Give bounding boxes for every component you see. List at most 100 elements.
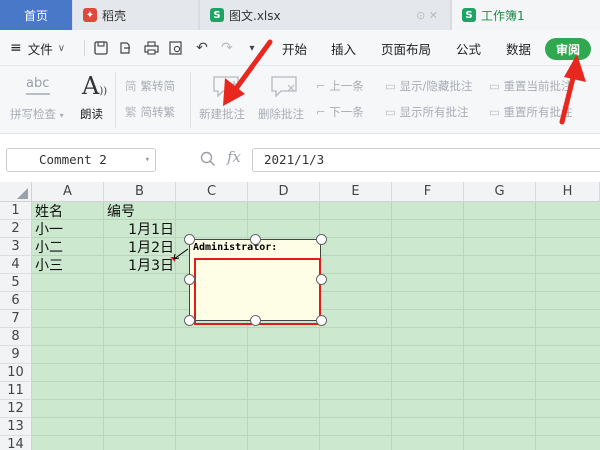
show-hide-label: 显示/隐藏批注	[399, 79, 473, 93]
cell-a4[interactable]: 小三	[35, 257, 63, 275]
row-header-3[interactable]: 3	[0, 238, 32, 256]
previous-label: 上一条	[329, 79, 364, 93]
fx-label: fx	[227, 148, 242, 166]
tab-docer[interactable]: ✦ 稻壳	[73, 0, 198, 30]
to-traditional-button[interactable]: 简繁转简	[125, 78, 175, 94]
column-header-h[interactable]: H	[536, 182, 600, 202]
file-menu-label: 文件	[27, 41, 53, 57]
cell-b2[interactable]: 1月1日	[104, 221, 174, 239]
select-all-corner[interactable]	[0, 182, 32, 202]
read-aloud-label: 朗读	[80, 107, 103, 121]
row-header-1[interactable]: 1	[0, 202, 32, 220]
tab-workbook-label: 工作簿1	[481, 8, 525, 23]
row-header-6[interactable]: 6	[0, 292, 32, 310]
spellcheck-button[interactable]: 拼写检查 ▾	[10, 106, 64, 122]
close-icon[interactable]: ⊙ ✕	[416, 9, 438, 22]
cell-a1[interactable]: 姓名	[35, 203, 63, 221]
column-header-g[interactable]: G	[464, 182, 536, 202]
resize-handle[interactable]	[316, 234, 327, 245]
print-preview-icon[interactable]	[168, 40, 184, 56]
tab-docer-label: 稻壳	[102, 8, 127, 23]
read-aloud-icon: A))	[82, 72, 108, 100]
tab-home-label: 首页	[23, 8, 48, 23]
column-header-a[interactable]: A	[32, 182, 104, 202]
tab-file[interactable]: S 图文.xlsx ⊙ ✕	[200, 0, 450, 30]
chevron-down-icon[interactable]: ▾	[145, 149, 150, 171]
cell-a2[interactable]: 小一	[35, 221, 63, 239]
file-menu[interactable]: ≡ 文件 ∨	[10, 30, 65, 66]
column-header-d[interactable]: D	[248, 182, 320, 202]
resize-handle[interactable]	[184, 315, 195, 326]
show-all-comments-icon: ▭	[385, 105, 396, 119]
hamburger-icon: ≡	[10, 40, 22, 56]
row-header-7[interactable]: 7	[0, 310, 32, 328]
resize-handle[interactable]	[250, 234, 261, 245]
read-aloud-icon-text: A	[82, 72, 100, 100]
to-trad-label: 繁转简	[140, 79, 176, 93]
print-icon[interactable]	[143, 40, 159, 56]
row-header-10[interactable]: 10	[0, 364, 32, 382]
tab-file-label: 图文.xlsx	[229, 8, 281, 23]
tab-workbook[interactable]: S 工作簿1	[452, 0, 600, 30]
resize-handle[interactable]	[250, 315, 261, 326]
cell-a3[interactable]: 小二	[35, 239, 63, 257]
undo-icon[interactable]: ↶	[194, 40, 210, 56]
sheet-file-icon: S	[462, 8, 476, 22]
resize-handle[interactable]	[316, 315, 327, 326]
formula-value: 2021/1/3	[264, 152, 325, 167]
menu-item-label: 数据	[506, 41, 532, 57]
row-header-12[interactable]: 12	[0, 400, 32, 418]
next-comment-button[interactable]: ⌐ 下一条	[316, 104, 364, 120]
menu-item-start[interactable]: 开始	[282, 30, 307, 66]
menu-item-label: 公式	[456, 41, 482, 57]
export-icon[interactable]	[117, 40, 133, 56]
annotation-arrow-new-comment	[223, 39, 273, 106]
simp-icon: 繁	[125, 105, 137, 119]
row-header-5[interactable]: 5	[0, 274, 32, 292]
cell-b3[interactable]: 1月2日	[104, 239, 174, 257]
show-hide-comment-button[interactable]: ▭ 显示/隐藏批注	[385, 78, 472, 94]
function-icon[interactable]: fx	[227, 148, 241, 166]
formula-input[interactable]: 2021/1/3	[252, 148, 600, 172]
save-icon[interactable]	[93, 40, 109, 56]
name-box[interactable]: Comment 2 ▾	[6, 148, 156, 172]
read-aloud-button[interactable]: 朗读	[80, 106, 103, 122]
cell-b4[interactable]: 1月3日	[104, 257, 174, 275]
row-header-2[interactable]: 2	[0, 220, 32, 238]
row-header-14[interactable]: 14	[0, 436, 32, 450]
review-ribbon: abc 拼写检查 ▾ A)) 朗读 简繁转简 繁简转繁 新建批注 删除批注 ⌐ …	[0, 66, 600, 134]
previous-comment-button[interactable]: ⌐ 上一条	[316, 78, 364, 94]
column-header-c[interactable]: C	[176, 182, 248, 202]
menu-item-formula[interactable]: 公式	[456, 30, 481, 66]
menu-item-insert[interactable]: 插入	[331, 30, 356, 66]
resize-handle[interactable]	[184, 234, 195, 245]
to-simplified-button[interactable]: 繁简转繁	[125, 104, 175, 120]
resize-handle[interactable]	[316, 274, 327, 285]
row-header-4[interactable]: 4	[0, 256, 32, 274]
sheet-file-icon: S	[210, 8, 224, 22]
resize-handle[interactable]	[184, 274, 195, 285]
row-header-11[interactable]: 11	[0, 382, 32, 400]
comment-author: Administrator:	[193, 242, 278, 253]
row-header-13[interactable]: 13	[0, 418, 32, 436]
reset-all-icon: ▭	[489, 105, 500, 119]
reset-current-icon: ▭	[489, 79, 500, 93]
menu-item-data[interactable]: 数据	[506, 30, 531, 66]
show-all-comments-button[interactable]: ▭ 显示所有批注	[385, 104, 469, 120]
docer-icon: ✦	[83, 8, 97, 22]
chevron-down-icon: ∨	[57, 42, 66, 54]
next-label: 下一条	[329, 105, 364, 119]
column-header-f[interactable]: F	[392, 182, 464, 202]
menu-item-page-layout[interactable]: 页面布局	[381, 30, 431, 66]
tab-home[interactable]: 首页	[0, 0, 72, 30]
zoom-icon[interactable]	[200, 151, 216, 171]
spellcheck-label: 拼写检查	[10, 107, 56, 121]
column-header-e[interactable]: E	[320, 182, 392, 202]
cell-b1[interactable]: 编号	[107, 203, 135, 221]
row-header-8[interactable]: 8	[0, 328, 32, 346]
show-hide-comment-icon: ▭	[385, 79, 396, 93]
row-header-9[interactable]: 9	[0, 346, 32, 364]
column-header-b[interactable]: B	[104, 182, 176, 202]
tab-bar: 首页 ✦ 稻壳 S 图文.xlsx ⊙ ✕ S 工作簿1	[0, 0, 600, 30]
trad-icon: 简	[125, 79, 137, 93]
